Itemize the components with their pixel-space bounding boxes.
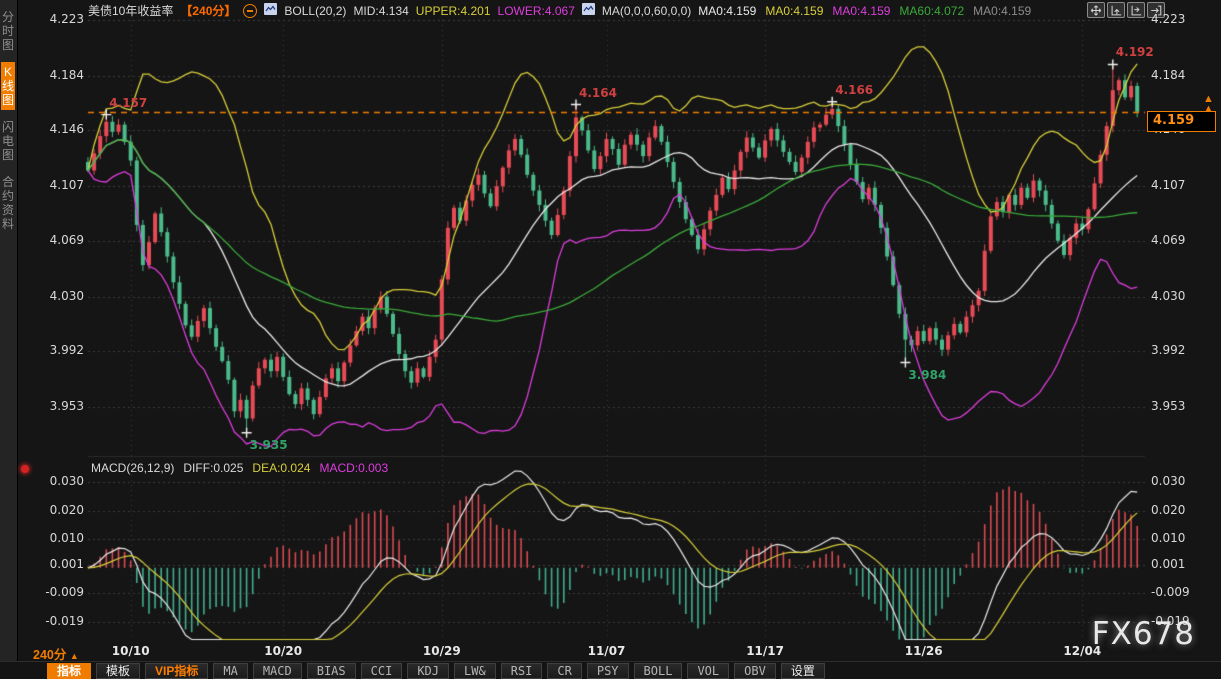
macd-tick-left: -0.009 [0, 585, 84, 599]
date-label-11/17: 11/17 [741, 644, 789, 658]
price-tick-left: 4.184 [0, 68, 84, 82]
price-tick-right: 4.107 [1151, 178, 1221, 192]
toolbar-button-KDJ[interactable]: KDJ [407, 663, 449, 679]
ma-readout: MA0:4.159 [973, 4, 1031, 18]
ma-readout: MA0:4.159 [832, 4, 890, 18]
macd-tick-left: 0.030 [0, 474, 84, 488]
boll-mid-readout: MID:4.134 [353, 4, 408, 18]
date-label-11/07: 11/07 [583, 644, 631, 658]
date-label-10/29: 10/29 [418, 644, 466, 658]
boll-lower-readout: LOWER:4.067 [498, 4, 575, 18]
macd-tick-right: 0.030 [1151, 474, 1221, 488]
macd-tick-left: 0.001 [0, 557, 84, 571]
macd-tick-right: -0.009 [1151, 585, 1221, 599]
price-tick-left: 4.223 [0, 12, 84, 26]
macd-dea-readout: DEA:0.024 [252, 461, 310, 475]
price-up-arrow-icon: ▲▲ [1203, 94, 1214, 114]
ma-readout: MA0:4.159 [698, 4, 756, 18]
toolbar-button-VIP指标[interactable]: VIP指标 [145, 663, 208, 679]
move-icon[interactable] [1087, 2, 1105, 18]
period-tag: 【240分】 [180, 2, 236, 19]
alert-dot-icon [21, 465, 29, 473]
macd-tick-left: 0.020 [0, 503, 84, 517]
price-tick-left: 4.030 [0, 289, 84, 303]
price-tick-right: 3.953 [1151, 399, 1221, 413]
boll-label: BOLL(20,2) [284, 4, 346, 18]
toolbar-button-RSI[interactable]: RSI [501, 663, 543, 679]
ma-readout: MA60:4.072 [899, 4, 964, 18]
indicator-topbar: 美债10年收益率 【240分】 BOLL(20,2) MID:4.134 UPP… [88, 2, 1031, 19]
ma-readout: MA0:4.159 [765, 4, 823, 18]
toolbar-button-LW&[interactable]: LW& [454, 663, 496, 679]
toolbar-button-模板[interactable]: 模板 [96, 663, 140, 679]
macd-macd-readout: MACD:0.003 [319, 461, 388, 475]
toolbar-button-CCI[interactable]: CCI [361, 663, 403, 679]
toolbar-button-MACD[interactable]: MACD [253, 663, 302, 679]
price-tick-right: 4.223 [1151, 12, 1221, 26]
macd-tick-right: 0.001 [1151, 557, 1221, 571]
bottom-toolbar: 指标模板 VIP指标 MA MACD BIAS CCIKDJ LW&RSICR PSY BOLL… [0, 661, 1221, 679]
price-tick-right: 4.184 [1151, 68, 1221, 82]
annotation-4.166: 4.166 [835, 83, 873, 97]
watermark: FX678 [1092, 616, 1195, 652]
toolbar-button-VOL[interactable]: VOL [687, 663, 729, 679]
axis-play-icon[interactable] [1127, 2, 1145, 18]
price-tick-left: 3.953 [0, 399, 84, 413]
boll-indicator-icon [264, 3, 277, 18]
sidebar: 分时图K线图闪电图合约资料 [0, 0, 18, 679]
symbol-title: 美债10年收益率 [88, 2, 173, 19]
macd-tick-right: 0.020 [1151, 503, 1221, 517]
annotation-4.164: 4.164 [579, 86, 617, 100]
annotation-3.935: 3.935 [250, 438, 288, 452]
toolbar-button-OBV[interactable]: OBV [734, 663, 776, 679]
price-tick-left: 4.107 [0, 178, 84, 192]
price-tick-left: 3.992 [0, 343, 84, 357]
date-label-11/26: 11/26 [900, 644, 948, 658]
toolbar-button-指标[interactable]: 指标 [47, 663, 91, 679]
date-label-10/10: 10/10 [107, 644, 155, 658]
ma-readouts: MA0:4.159 MA0:4.159 MA0:4.159 MA60:4.072 MA0… [698, 4, 1031, 18]
toolbar-button-PSY[interactable]: PSY [587, 663, 629, 679]
price-tick-left: 4.069 [0, 233, 84, 247]
trading-app-window: 分时图K线图闪电图合约资料 美债10年收益率 【240分】 BOLL(20,2)… [0, 0, 1221, 679]
toolbar-button-BOLL[interactable]: BOLL [634, 663, 683, 679]
price-tick-right: 4.069 [1151, 233, 1221, 247]
macd-diff-readout: DIFF:0.025 [183, 461, 243, 475]
toolbar-button-settings[interactable]: 设置 [781, 663, 825, 679]
chart-canvas[interactable] [0, 0, 1221, 679]
toolbar-button-BIAS[interactable]: BIAS [307, 663, 356, 679]
period-dropdown-arrow-icon: ▲ [70, 651, 79, 661]
axis-pan-icon[interactable] [1107, 2, 1125, 18]
macd-tick-left: -0.019 [0, 614, 84, 628]
annotation-4.192: 4.192 [1116, 45, 1154, 59]
ma-label: MA(0,0,0,60,0,0) [602, 4, 691, 18]
macd-title: MACD(26,12,9) [91, 461, 174, 475]
ma-indicator-icon [582, 3, 595, 18]
price-tick-left: 4.146 [0, 122, 84, 136]
annotation-4.157: 4.157 [109, 96, 147, 110]
annotation-3.984: 3.984 [908, 368, 946, 382]
toolbar-button-CR[interactable]: CR [547, 663, 581, 679]
macd-tick-right: 0.010 [1151, 531, 1221, 545]
macd-tick-left: 0.010 [0, 531, 84, 545]
macd-header: MACD(26,12,9) DIFF:0.025 DEA:0.024 MACD:… [91, 461, 388, 475]
price-tick-right: 4.030 [1151, 289, 1221, 303]
price-tick-right: 3.992 [1151, 343, 1221, 357]
collapse-icon[interactable] [243, 4, 257, 18]
boll-upper-readout: UPPER:4.201 [416, 4, 491, 18]
date-label-10/20: 10/20 [259, 644, 307, 658]
toolbar-button-MA[interactable]: MA [213, 663, 247, 679]
